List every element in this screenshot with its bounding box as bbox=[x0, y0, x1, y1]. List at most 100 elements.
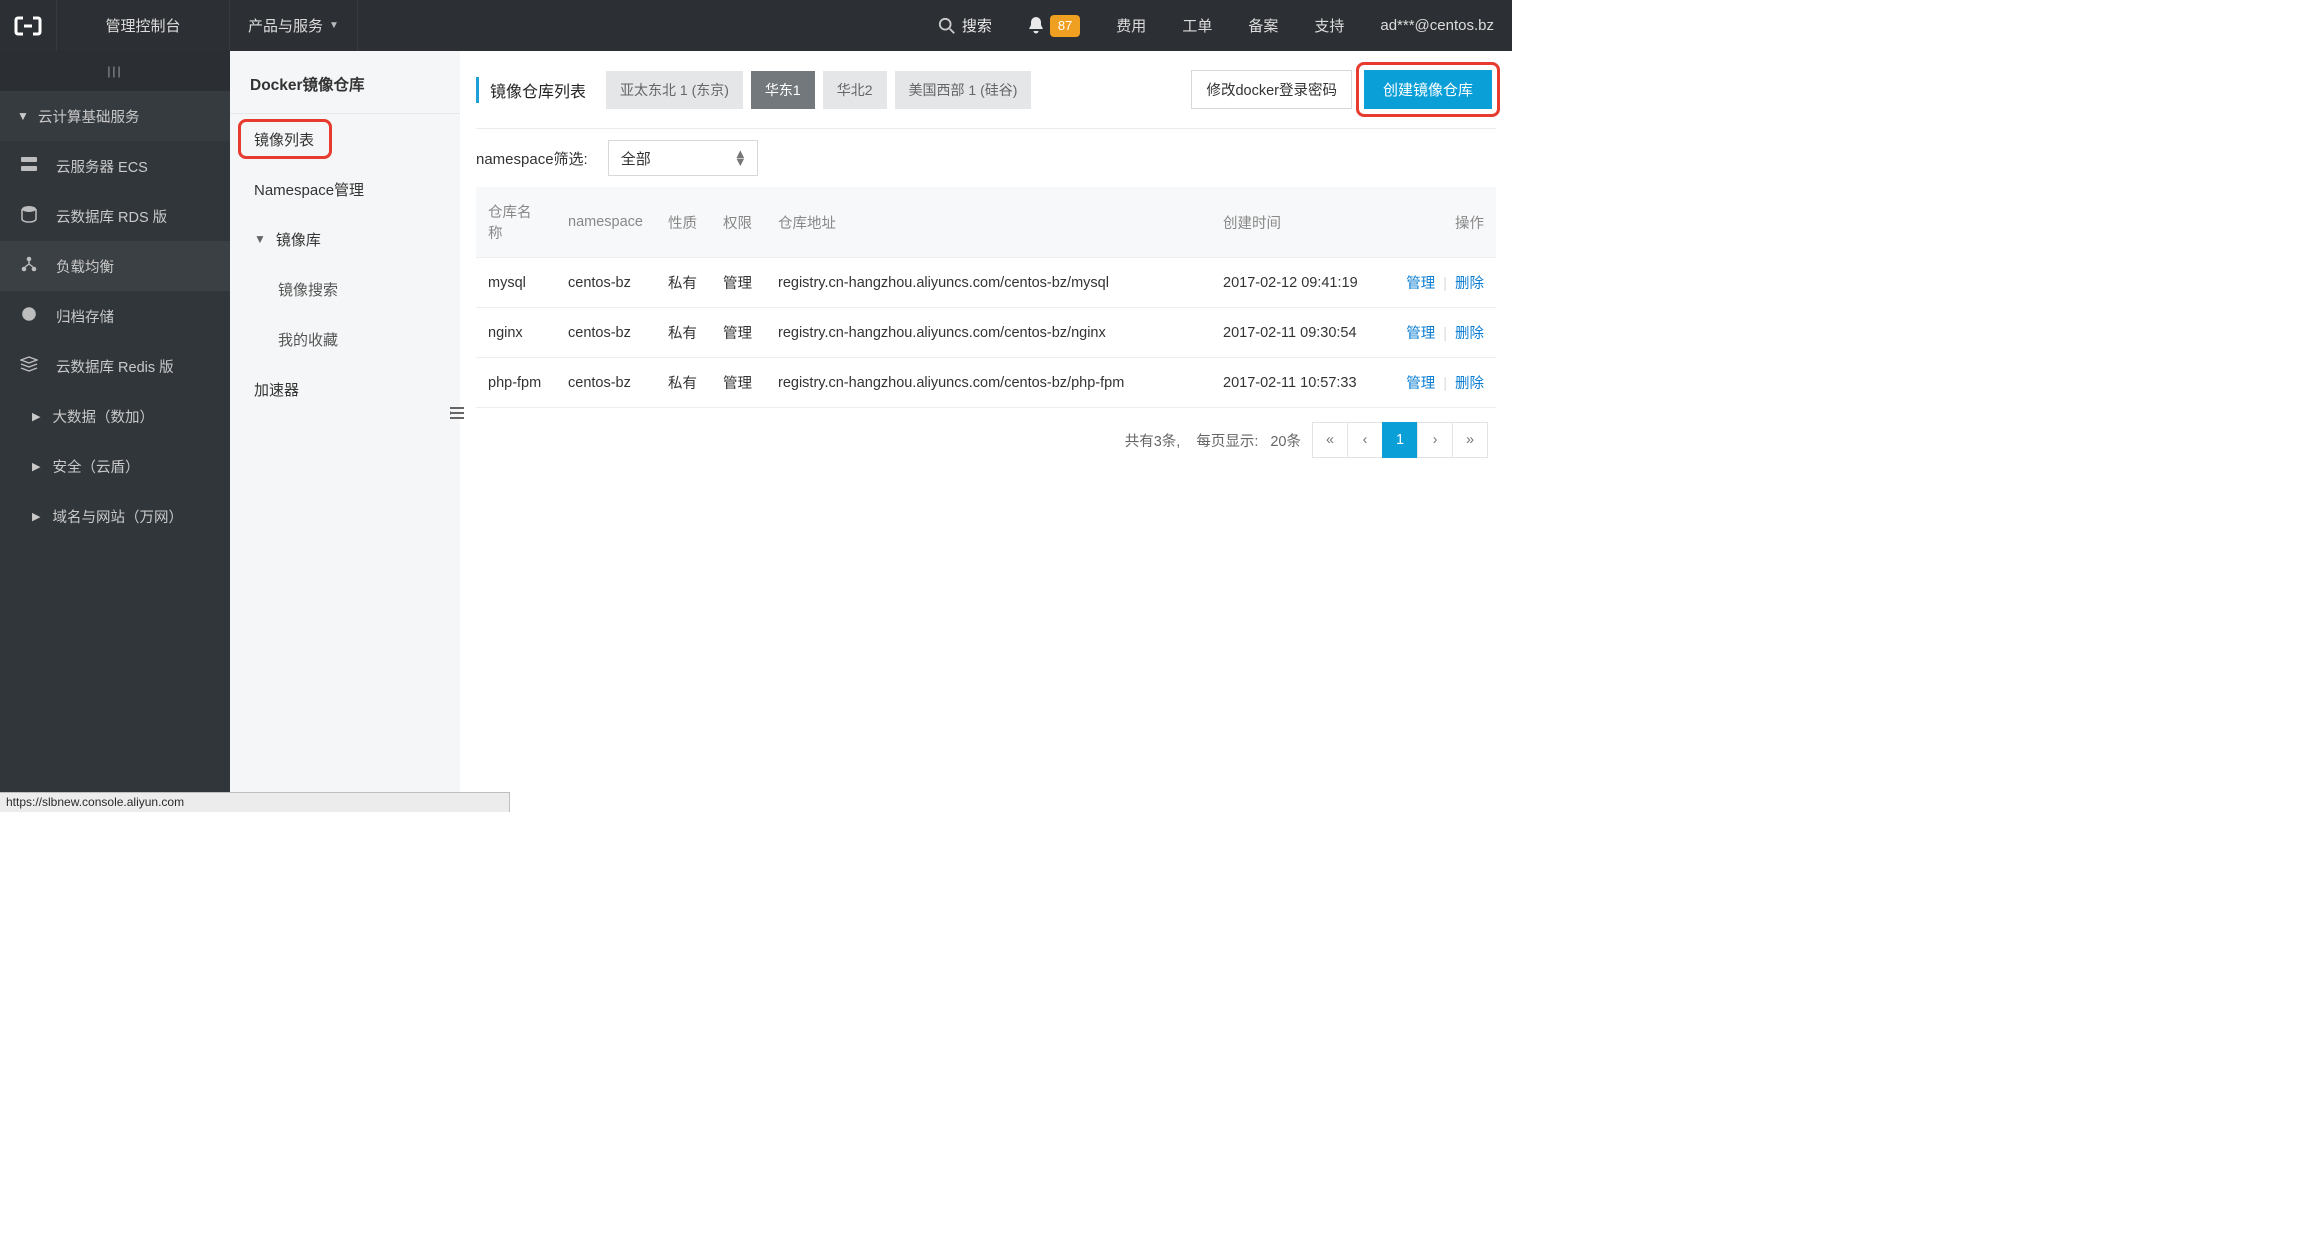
chevron-down-icon: ▼ bbox=[254, 232, 266, 246]
col-ops: 操作 bbox=[1386, 187, 1496, 258]
bell-icon bbox=[1028, 17, 1044, 35]
sidebar-item-favorites[interactable]: 我的收藏 bbox=[230, 314, 460, 364]
products-label: 产品与服务 bbox=[248, 15, 323, 36]
top-link-icp[interactable]: 备案 bbox=[1230, 0, 1296, 51]
sidebar-collapse-handle[interactable]: ||| bbox=[0, 51, 230, 91]
region-tab-uswest1[interactable]: 美国西部 1 (硅谷) bbox=[895, 71, 1032, 109]
sidebar-title: Docker镜像仓库 bbox=[230, 51, 460, 113]
console-link[interactable]: 管理控制台 bbox=[57, 0, 230, 51]
stack-icon bbox=[18, 355, 40, 377]
notifications[interactable]: 87 bbox=[1010, 0, 1098, 51]
search-button[interactable]: 搜索 bbox=[920, 0, 1010, 51]
sidebar-group-cloud[interactable]: ▼ 云计算基础服务 bbox=[0, 91, 230, 141]
sidebar-item-redis[interactable]: 云数据库 Redis 版 bbox=[0, 341, 230, 391]
search-label: 搜索 bbox=[962, 15, 992, 36]
col-addr: 仓库地址 bbox=[766, 187, 1211, 258]
top-link-support[interactable]: 支持 bbox=[1296, 0, 1362, 51]
pager-first[interactable]: « bbox=[1312, 422, 1348, 458]
sidebar-item-ecs[interactable]: 云服务器 ECS bbox=[0, 141, 230, 191]
cell-time: 2017-02-11 10:57:33 bbox=[1211, 358, 1386, 408]
aliyun-icon bbox=[14, 16, 42, 36]
spacer bbox=[358, 0, 920, 51]
col-kind: 性质 bbox=[656, 187, 711, 258]
delete-link[interactable]: 删除 bbox=[1455, 376, 1484, 392]
sidebar-item-namespace[interactable]: Namespace管理 bbox=[230, 164, 460, 214]
sidebar-item-label: 域名与网站（万网） bbox=[52, 506, 183, 527]
pager: « ‹ 1 › » bbox=[1313, 422, 1488, 458]
create-repo-button[interactable]: 创建镜像仓库 bbox=[1364, 70, 1492, 109]
region-tabs: 镜像仓库列表 亚太东北 1 (东京) 华东1 华北2 美国西部 1 (硅谷) bbox=[476, 70, 1031, 110]
sidebar-toggle-handle[interactable] bbox=[448, 401, 466, 425]
load-balance-icon bbox=[18, 255, 40, 277]
pager-next[interactable]: › bbox=[1417, 422, 1453, 458]
namespace-select[interactable]: 全部 ▲▼ bbox=[608, 140, 758, 176]
manage-link[interactable]: 管理 bbox=[1406, 276, 1435, 292]
primary-sidebar: ||| ▼ 云计算基础服务 云服务器 ECS 云数据库 RDS 版 负载均衡 归… bbox=[0, 51, 230, 792]
pager-total: 共有3条, bbox=[1125, 430, 1181, 451]
delete-link[interactable]: 删除 bbox=[1455, 276, 1484, 292]
database-icon bbox=[18, 205, 40, 227]
change-password-button[interactable]: 修改docker登录密码 bbox=[1191, 70, 1352, 109]
table-header-row: 仓库名称 namespace 性质 权限 仓库地址 创建时间 操作 bbox=[476, 187, 1496, 258]
sidebar-item-label: 云数据库 RDS 版 bbox=[56, 206, 167, 227]
table-row: php-fpmcentos-bz私有管理registry.cn-hangzhou… bbox=[476, 358, 1496, 408]
sidebar-item-image-search[interactable]: 镜像搜索 bbox=[230, 264, 460, 314]
pager-page-1[interactable]: 1 bbox=[1382, 422, 1418, 458]
sidebar-item-archive[interactable]: 归档存储 bbox=[0, 291, 230, 341]
cell-ns: centos-bz bbox=[556, 258, 656, 308]
cell-actions: 管理|删除 bbox=[1386, 358, 1496, 408]
toggle-icon bbox=[450, 407, 464, 419]
cell-addr: registry.cn-hangzhou.aliyuncs.com/centos… bbox=[766, 308, 1211, 358]
cell-time: 2017-02-12 09:41:19 bbox=[1211, 258, 1386, 308]
page-title: 镜像仓库列表 bbox=[476, 70, 598, 110]
pager-per-value: 20条 bbox=[1270, 430, 1301, 451]
page-header-row: 镜像仓库列表 亚太东北 1 (东京) 华东1 华北2 美国西部 1 (硅谷) 修… bbox=[476, 51, 1496, 129]
region-tab-east1[interactable]: 华东1 bbox=[751, 71, 815, 109]
col-perm: 权限 bbox=[711, 187, 766, 258]
sidebar-item-security[interactable]: ▶ 安全（云盾） bbox=[0, 441, 230, 491]
sidebar-item-bigdata[interactable]: ▶ 大数据（数加） bbox=[0, 391, 230, 441]
region-tab-north2[interactable]: 华北2 bbox=[823, 71, 887, 109]
filter-label: namespace筛选: bbox=[476, 148, 588, 169]
cell-name: mysql bbox=[476, 258, 556, 308]
cell-name: php-fpm bbox=[476, 358, 556, 408]
sidebar-item-accelerator[interactable]: 加速器 bbox=[230, 364, 460, 414]
chevron-down-icon: ▼ bbox=[329, 20, 339, 31]
sidebar-item-image-lib[interactable]: ▼ 镜像库 bbox=[230, 214, 460, 264]
filter-row: namespace筛选: 全部 ▲▼ bbox=[476, 129, 1496, 187]
sidebar-item-label: 镜像库 bbox=[276, 229, 321, 250]
sidebar-item-label: 大数据（数加） bbox=[52, 406, 154, 427]
chevron-right-icon: ▶ bbox=[32, 410, 40, 423]
table-row: nginxcentos-bz私有管理registry.cn-hangzhou.a… bbox=[476, 308, 1496, 358]
cell-kind: 私有 bbox=[656, 258, 711, 308]
sidebar-item-slb[interactable]: 负载均衡 bbox=[0, 241, 230, 291]
cell-ns: centos-bz bbox=[556, 358, 656, 408]
cell-actions: 管理|删除 bbox=[1386, 258, 1496, 308]
search-icon bbox=[938, 17, 956, 35]
sidebar-item-label: 负载均衡 bbox=[56, 256, 114, 277]
cell-perm: 管理 bbox=[711, 308, 766, 358]
logo[interactable] bbox=[0, 0, 57, 51]
pager-prev[interactable]: ‹ bbox=[1347, 422, 1383, 458]
sidebar-item-rds[interactable]: 云数据库 RDS 版 bbox=[0, 191, 230, 241]
col-name: 仓库名称 bbox=[476, 187, 556, 258]
repo-table: 仓库名称 namespace 性质 权限 仓库地址 创建时间 操作 mysqlc… bbox=[476, 187, 1496, 408]
region-tab-tokyo[interactable]: 亚太东北 1 (东京) bbox=[606, 71, 743, 109]
cell-actions: 管理|删除 bbox=[1386, 308, 1496, 358]
secondary-sidebar: Docker镜像仓库 镜像列表 Namespace管理 ▼ 镜像库 镜像搜索 我… bbox=[230, 51, 460, 792]
delete-link[interactable]: 删除 bbox=[1455, 326, 1484, 342]
sidebar-item-label: 云数据库 Redis 版 bbox=[56, 356, 174, 377]
cell-time: 2017-02-11 09:30:54 bbox=[1211, 308, 1386, 358]
manage-link[interactable]: 管理 bbox=[1406, 376, 1435, 392]
sidebar-group-label: 云计算基础服务 bbox=[38, 106, 140, 127]
sidebar-item-image-list[interactable]: 镜像列表 bbox=[230, 114, 460, 164]
top-link-fee[interactable]: 费用 bbox=[1098, 0, 1164, 51]
account-menu[interactable]: ad***@centos.bz bbox=[1362, 0, 1512, 51]
manage-link[interactable]: 管理 bbox=[1406, 326, 1435, 342]
pager-last[interactable]: » bbox=[1452, 422, 1488, 458]
products-dropdown[interactable]: 产品与服务 ▼ bbox=[230, 0, 358, 51]
server-icon bbox=[18, 155, 40, 177]
sidebar-item-label: 归档存储 bbox=[56, 306, 114, 327]
sidebar-item-domain[interactable]: ▶ 域名与网站（万网） bbox=[0, 491, 230, 541]
top-link-order[interactable]: 工单 bbox=[1164, 0, 1230, 51]
